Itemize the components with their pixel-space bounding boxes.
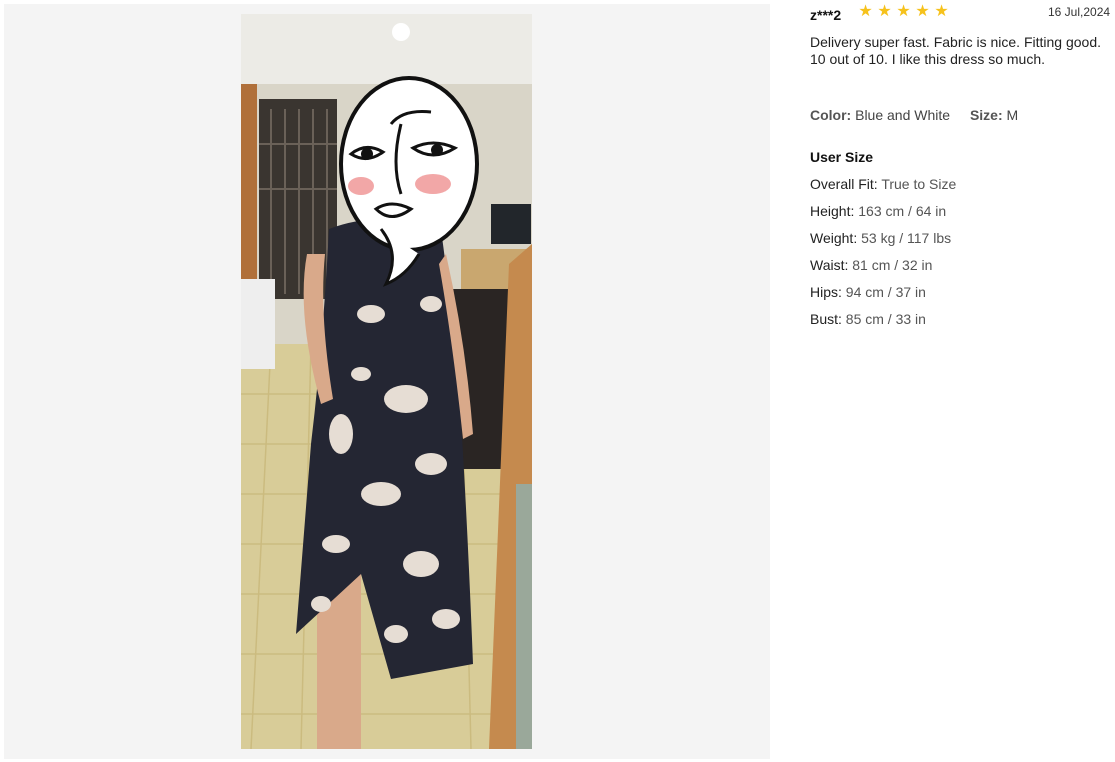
size-row-label: Overall Fit: [810,176,878,192]
size-row-overall-fit: Overall Fit: True to Size [810,176,956,192]
size-row-value: 53 kg / 117 lbs [861,230,952,246]
size-row-value: 85 cm / 33 in [845,311,926,327]
star-icon: ★ [896,3,911,20]
star-icon: ★ [934,3,949,20]
color-label: Color: [810,107,852,123]
size-row-height: Height: 163 cm / 64 in [810,203,946,219]
size-row-label: Hips: [810,284,842,300]
star-icon: ★ [915,3,930,20]
review-photo-gallery [4,4,770,759]
size-label: Size: [969,107,1003,123]
size-row-value: 94 cm / 37 in [845,284,926,300]
size-row-waist: Waist: 81 cm / 32 in [810,257,932,273]
size-row-bust: Bust: 85 cm / 33 in [810,311,926,327]
review-photo-image [241,14,532,749]
purchase-attributes: Color: Blue and White Size: M [810,107,1018,123]
review-date: 16 Jul,2024 [1048,5,1111,19]
star-icon: ★ [877,3,892,20]
size-row-label: Waist: [810,257,849,273]
size-row-label: Weight: [810,230,858,246]
review-photo[interactable] [241,14,532,749]
user-size-title: User Size [810,149,874,165]
size-row-value: 163 cm / 64 in [858,203,947,219]
reviewer-name: z***2 [810,7,842,23]
size-row-weight: Weight: 53 kg / 117 lbs [810,230,951,246]
size-row-hips: Hips: 94 cm / 37 in [810,284,926,300]
color-value: Blue and White [855,107,951,123]
size-row-label: Bust: [810,311,842,327]
review-text: Delivery super fast. Fabric is nice. Fit… [810,34,1102,67]
star-icon: ★ [858,3,873,20]
rating-stars: ★ ★ ★ ★ ★ [858,4,949,20]
size-row-value: 81 cm / 32 in [852,257,933,273]
size-row-label: Height: [810,203,855,219]
size-value: M [1006,107,1019,123]
size-row-value: True to Size [881,176,957,192]
